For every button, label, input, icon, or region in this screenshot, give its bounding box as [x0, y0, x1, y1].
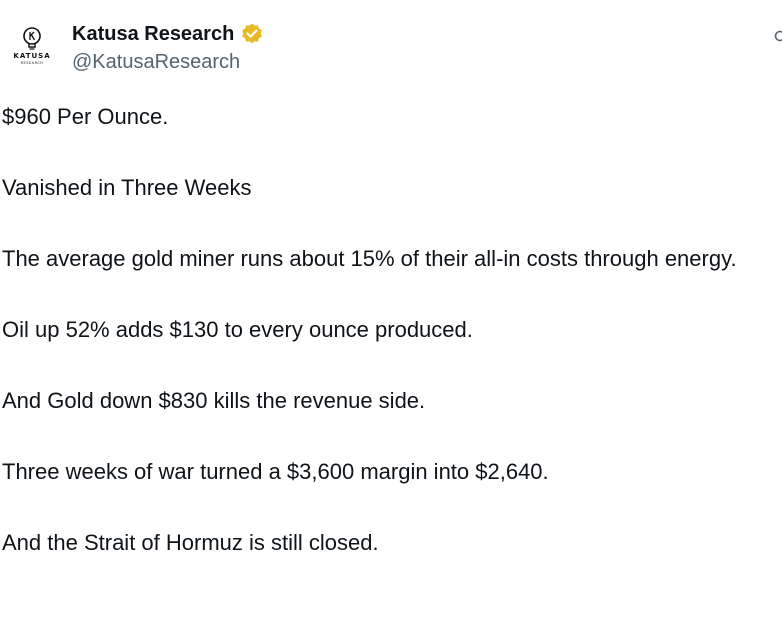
verified-badge-icon[interactable]: [240, 22, 264, 46]
tweet-paragraph: $960 Per Ounce.: [2, 104, 169, 129]
avatar-brand-sub: RESEARCH: [20, 61, 44, 65]
tweet-paragraph: Three weeks of war turned a $3,600 margi…: [2, 459, 549, 484]
tweet-paragraph: Oil up 52% adds $130 to every ounce prod…: [2, 317, 473, 342]
tweet-paragraph: And Gold down $830 kills the revenue sid…: [2, 388, 426, 413]
avatar[interactable]: KATUSA RESEARCH: [6, 22, 58, 74]
tweet-text: $960 Per Ounce. Vanished in Three Weeks …: [2, 102, 780, 599]
tweet-header: KATUSA RESEARCH Katusa Research @KatusaR…: [0, 0, 782, 96]
tweet-paragraph: Vanished in Three Weeks: [2, 175, 252, 200]
avatar-brand: KATUSA: [13, 52, 51, 60]
lightbulb-icon: [23, 27, 41, 50]
search-icon[interactable]: [774, 30, 782, 46]
tweet-paragraph: The average gold miner runs about 15% of…: [2, 246, 737, 271]
author-name-row[interactable]: Katusa Research: [72, 21, 264, 47]
tweet-paragraph: And the Strait of Hormuz is still closed…: [2, 530, 379, 555]
author-display-name[interactable]: Katusa Research: [72, 23, 234, 46]
author-handle[interactable]: @KatusaResearch: [72, 51, 240, 74]
